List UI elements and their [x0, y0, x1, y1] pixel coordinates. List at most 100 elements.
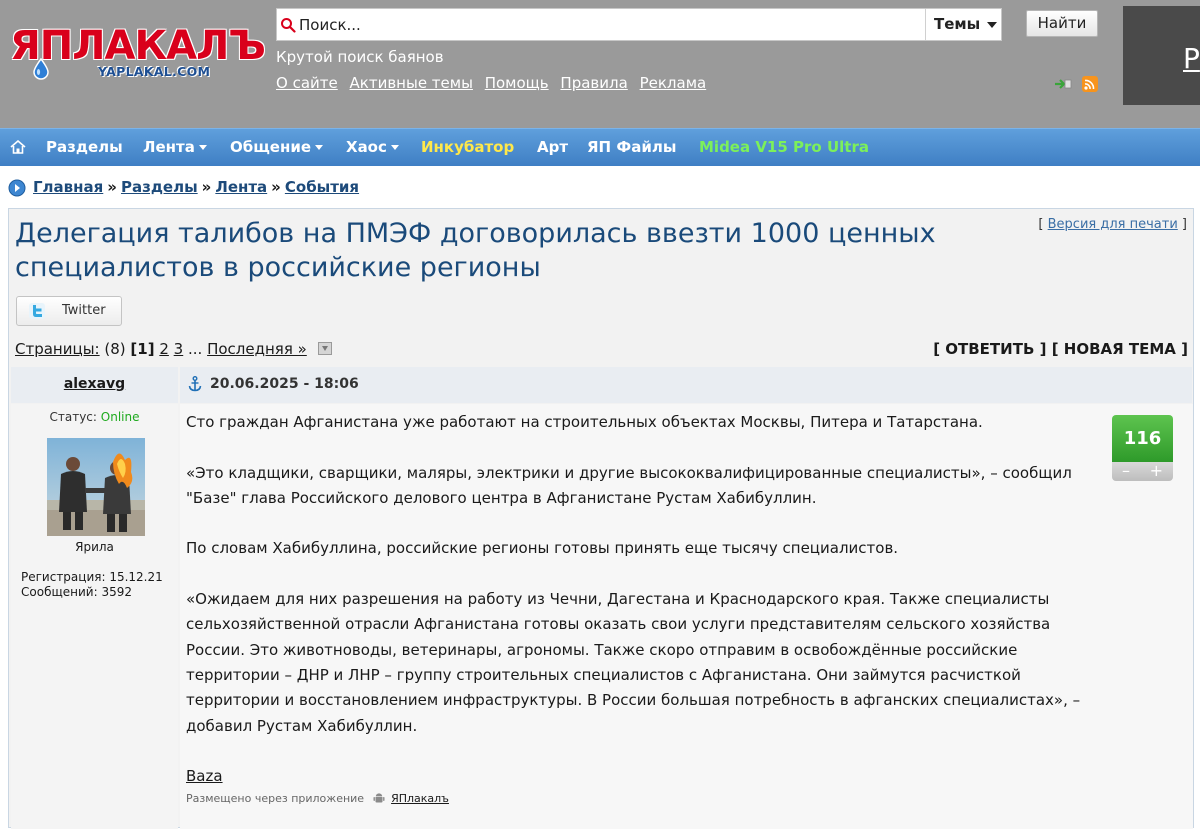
pager-row: Страницы: (8) [1] 2 3 ... Последняя » [ … — [9, 333, 1193, 367]
twitter-icon — [29, 303, 45, 319]
feed-icons — [1055, 76, 1098, 92]
rating-minus-button[interactable]: – — [1122, 462, 1130, 480]
home-icon[interactable] — [10, 140, 26, 154]
registration-date: Регистрация: 15.12.21 — [21, 570, 163, 584]
twitter-share-button[interactable]: Twitter — [16, 296, 122, 326]
rating-value: 116 — [1112, 415, 1173, 462]
avatar-image — [47, 438, 145, 536]
pages-label[interactable]: Страницы: — [15, 340, 100, 358]
link-help[interactable]: Помощь — [485, 74, 549, 92]
print-version: [ Версия для печати ] — [1038, 217, 1187, 232]
header-banner[interactable]: Р — [1123, 6, 1200, 105]
post-author: alexavg — [11, 367, 178, 403]
site-header: ЯПЛАКАЛЪ YAPLAKAL.COM Темы Найти Крутой … — [0, 0, 1200, 128]
breadcrumb-arrow-icon — [8, 179, 26, 197]
link-rules[interactable]: Правила — [560, 74, 627, 92]
user-info-column: Статус: Online Ярила Регистрация: 15.12.… — [11, 404, 178, 829]
breadcrumb-events[interactable]: События — [285, 178, 359, 196]
pages-total: (8) — [104, 340, 126, 358]
link-active-topics[interactable]: Активные темы — [350, 74, 473, 92]
nav-files-label: ЯП Файлы — [587, 138, 677, 156]
search-input[interactable] — [299, 9, 919, 40]
nav-sections[interactable]: Разделы — [46, 129, 123, 167]
source-link[interactable]: Baza — [186, 767, 223, 785]
chevron-down-icon — [390, 145, 399, 150]
nav-chat[interactable]: Общение — [230, 129, 324, 167]
post-content: Сто граждан Афганистана уже работают на … — [186, 410, 1104, 815]
message-count: Сообщений: 3592 — [21, 585, 132, 599]
search-icon — [281, 18, 296, 33]
user-stats: Регистрация: 15.12.21 Сообщений: 3592 — [21, 570, 163, 600]
android-icon — [373, 793, 385, 803]
rss-icon[interactable] — [1082, 76, 1098, 92]
nav-chaos-label: Хаос — [346, 138, 387, 156]
post-date: 20.06.2025 - 18:06 — [210, 376, 359, 392]
page-last-link[interactable]: Последняя » — [207, 340, 307, 358]
topic-actions: [ ОТВЕТИТЬ ] [ НОВАЯ ТЕМА ] — [933, 340, 1188, 358]
link-ads[interactable]: Реклама — [640, 74, 707, 92]
nav-art[interactable]: Арт — [537, 129, 568, 167]
nav-promo-label: Midea V15 Pro Ultra — [699, 138, 869, 156]
breadcrumb-sections[interactable]: Разделы — [121, 178, 198, 196]
link-about[interactable]: О сайте — [276, 74, 338, 92]
pages-ellipsis: ... — [188, 340, 203, 358]
status-online: Online — [100, 410, 140, 424]
nav-files[interactable]: ЯП Файлы — [587, 129, 676, 167]
site-logo[interactable]: ЯПЛАКАЛЪ YAPLAKAL.COM — [8, 24, 266, 88]
post-date-cell: 20.06.2025 - 18:06 — [180, 367, 1192, 403]
nav-incubator-label: Инкубатор — [421, 138, 515, 156]
rating-plus-button[interactable]: + — [1150, 462, 1163, 480]
topic-title: Делегация талибов на ПМЭФ договорилась в… — [15, 218, 936, 283]
main-nav: Разделы Лента Общение Хаос Инкубатор Арт… — [0, 128, 1200, 166]
nav-incubator[interactable]: Инкубатор — [421, 129, 514, 167]
nav-promo[interactable]: Midea V15 Pro Ultra — [699, 129, 869, 167]
new-topic-button[interactable]: НОВАЯ ТЕМА — [1064, 340, 1176, 358]
posted-via: Размещено через приложение ЯПлакалъ — [186, 792, 449, 805]
reply-button[interactable]: ОТВЕТИТЬ — [945, 340, 1034, 358]
breadcrumb-separator: » — [107, 178, 117, 196]
page-current: [1] — [130, 340, 155, 358]
banner-letter: Р — [1183, 42, 1200, 75]
page-3-link[interactable]: 3 — [174, 340, 184, 358]
search-box: Темы — [276, 8, 1002, 41]
print-version-link[interactable]: Версия для печати — [1048, 217, 1178, 232]
breadcrumb-separator: » — [271, 178, 281, 196]
pagination: Страницы: (8) [1] 2 3 ... Последняя » — [15, 340, 332, 358]
posted-via-label: Размещено через приложение — [186, 792, 365, 805]
page-jump-icon[interactable] — [317, 342, 332, 355]
tagline: Крутой поиск баянов — [276, 48, 444, 66]
search-button[interactable]: Найти — [1026, 10, 1098, 37]
topic-container: Делегация талибов на ПМЭФ договорилась в… — [8, 208, 1194, 829]
nav-feed-label: Лента — [143, 138, 195, 156]
chevron-down-icon — [315, 145, 324, 150]
breadcrumb-feed[interactable]: Лента — [215, 178, 267, 196]
post-header: alexavg 20.06.2025 - 18:06 — [9, 367, 1193, 403]
nav-chat-label: Общение — [230, 138, 312, 156]
chevron-down-icon — [987, 22, 997, 28]
search-scope-select[interactable]: Темы — [925, 9, 1001, 40]
nav-art-label: Арт — [537, 138, 569, 156]
chevron-down-icon — [198, 145, 207, 150]
post-paragraph: «Это кладщики, сварщики, маляры, электри… — [186, 463, 1072, 507]
post-body: Сто граждан Афганистана уже работают на … — [180, 404, 1193, 829]
post-rating: 116 – + — [1112, 415, 1173, 481]
anchor-icon[interactable] — [188, 376, 202, 392]
app-link[interactable]: ЯПлакалъ — [391, 792, 449, 805]
nav-sections-label: Разделы — [46, 138, 123, 156]
nav-chaos[interactable]: Хаос — [346, 129, 399, 167]
post-paragraph: Сто граждан Афганистана уже работают на … — [186, 413, 983, 431]
logo-subtext: YAPLAKAL.COM — [98, 64, 211, 79]
tear-drop-icon — [33, 58, 49, 80]
user-status: Статус: Online — [11, 410, 178, 424]
post-paragraph: «Ожидаем для них разрешения на работу из… — [186, 590, 1081, 735]
page-2-link[interactable]: 2 — [159, 340, 169, 358]
breadcrumb-home[interactable]: Главная — [33, 178, 103, 196]
author-link[interactable]: alexavg — [64, 376, 125, 392]
status-label: Статус: — [49, 410, 97, 424]
share-arrow-icon[interactable] — [1055, 79, 1072, 89]
breadcrumb-separator: » — [201, 178, 212, 196]
avatar[interactable] — [47, 438, 145, 536]
top-links: О сайте Активные темы Помощь Правила Рек… — [276, 74, 713, 92]
nav-feed[interactable]: Лента — [143, 129, 207, 167]
search-scope-label: Темы — [934, 15, 981, 33]
